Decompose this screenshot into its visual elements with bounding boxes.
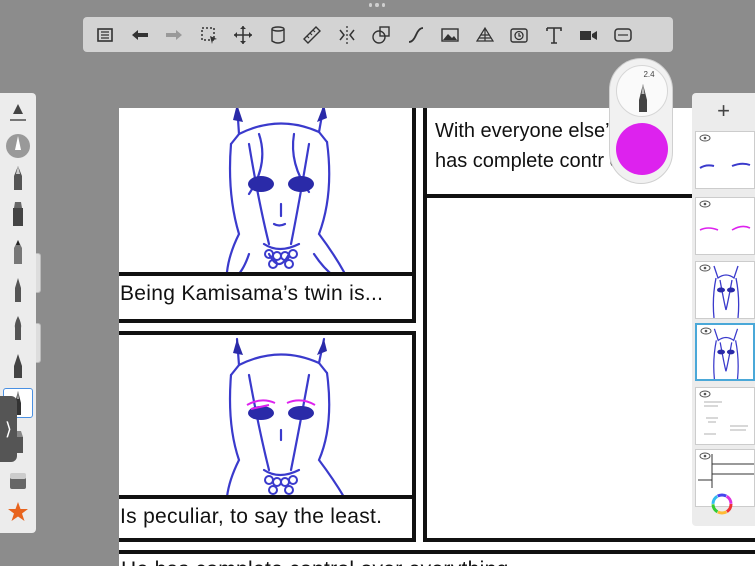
redo-icon[interactable] — [157, 20, 192, 50]
bottom-caption: He has complete control over everything — [121, 558, 509, 566]
selection-icon[interactable] — [192, 20, 227, 50]
add-layer-button[interactable]: + — [692, 93, 755, 129]
fullscreen-icon[interactable] — [606, 20, 641, 50]
pencil-icon[interactable] — [3, 237, 33, 267]
brush-opacity-slider[interactable] — [36, 323, 41, 363]
brush-puck[interactable]: 2.4 — [609, 58, 673, 184]
text-icon[interactable] — [537, 20, 572, 50]
timelapse-icon[interactable] — [502, 20, 537, 50]
collapse-toolbar-button[interactable]: ⟩ — [0, 396, 17, 462]
eraser-icon[interactable] — [3, 464, 33, 494]
calligraphy-icon[interactable] — [3, 351, 33, 381]
fine-pen-icon[interactable] — [3, 275, 33, 305]
layer-thumbnail-1[interactable] — [695, 131, 755, 189]
comic-panel-1: Being Kamisama’s twin is... — [119, 108, 416, 323]
symmetry-icon[interactable] — [330, 20, 365, 50]
pen-icon[interactable] — [3, 163, 33, 193]
bottom-divider — [119, 550, 755, 554]
marker-icon[interactable] — [3, 199, 33, 229]
layer-thumbnail-2[interactable] — [695, 197, 755, 255]
airbrush-icon[interactable] — [3, 131, 33, 161]
ruler-icon[interactable] — [295, 20, 330, 50]
character-sketch-2 — [225, 337, 346, 497]
layer-thumbnail-5[interactable] — [695, 387, 755, 445]
menu-icon[interactable] — [88, 20, 123, 50]
flip-icon[interactable] — [261, 20, 296, 50]
layer-thumbnail-4[interactable] — [695, 323, 755, 381]
character-sketch-1 — [225, 108, 346, 276]
current-color-swatch[interactable] — [616, 123, 668, 175]
transform-icon[interactable] — [226, 20, 261, 50]
layers-panel: + — [692, 93, 755, 526]
brush-size-slider[interactable] — [36, 253, 41, 293]
ink-brush-icon[interactable] — [3, 313, 33, 343]
brush-size-value: 2.4 — [643, 70, 655, 79]
video-icon[interactable] — [571, 20, 606, 50]
top-toolbar — [83, 17, 673, 52]
panel-1-caption: Being Kamisama’s twin is... — [120, 282, 384, 305]
image-icon[interactable] — [433, 20, 468, 50]
panel-3-caption-line-2: has complete contr er — [435, 150, 628, 172]
layer-thumbnail-3[interactable] — [695, 261, 755, 319]
star-brush-icon[interactable] — [3, 497, 33, 527]
brush-slider-icon[interactable] — [3, 99, 33, 129]
brush-size-control[interactable]: 2.4 — [616, 65, 668, 117]
shapes-icon[interactable] — [364, 20, 399, 50]
panel-2-caption: Is peculiar, to say the least. — [120, 505, 383, 528]
brush-palette — [0, 93, 36, 533]
curve-icon[interactable] — [399, 20, 434, 50]
color-wheel-icon[interactable] — [707, 489, 737, 519]
undo-icon[interactable] — [123, 20, 158, 50]
perspective-icon[interactable] — [468, 20, 503, 50]
comic-panel-2: Is peculiar, to say the least. — [119, 331, 416, 542]
toolbar-handle[interactable] — [369, 3, 385, 9]
